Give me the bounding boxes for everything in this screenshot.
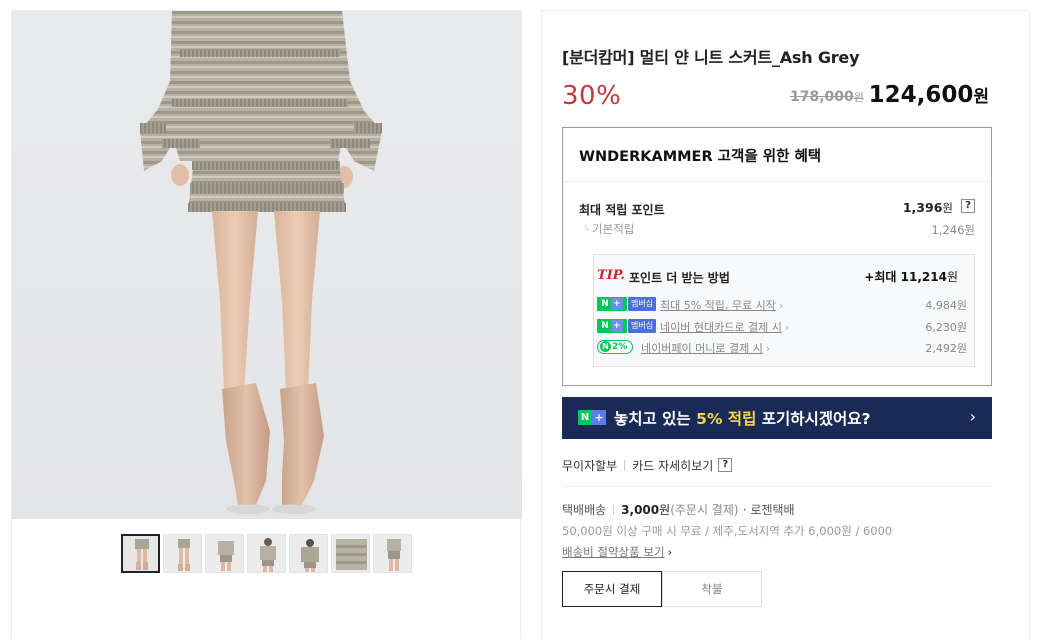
max-points-value: 1,396원 — [903, 200, 953, 216]
benefits-box: WNDERKAMMER 고객을 위한 혜택 최대 적립 포인트 1,396원 ?… — [562, 127, 992, 386]
chevron-right-icon: › — [969, 407, 976, 426]
membership-label: 멤버십 — [628, 319, 657, 333]
model-illustration — [140, 11, 382, 514]
tip-value-membership: 4,984원 — [925, 299, 967, 312]
sale-price-value: 124,600 — [868, 82, 974, 108]
shipping-summary: 택배배송 3,000원 (주문시 결제) · 로젠택배 — [562, 501, 795, 518]
installment-row: 무이자할부 카드 자세히보기 ? — [562, 456, 733, 474]
tip-box: TIP. 포인트 더 받는 방법 +최대 11,214원 N + 멤버십 최대 5… — [593, 254, 975, 367]
sale-price-unit: 원 — [973, 87, 989, 107]
thumbnail-6[interactable] — [331, 534, 370, 573]
thumbnail-strip — [121, 534, 412, 575]
base-points-label: └ 기본적립 — [583, 221, 634, 237]
thumbnail-1[interactable] — [121, 534, 160, 573]
branch-icon: └ — [583, 225, 590, 236]
naver-n-icon: N — [578, 410, 592, 425]
naver-plus-membership-badge: N + 멤버십 — [597, 297, 657, 311]
thumbnail-2[interactable] — [163, 534, 202, 573]
original-price-unit: 원 — [853, 91, 864, 104]
card-help-button[interactable]: ? — [718, 458, 733, 472]
benefits-title: WNDERKAMMER 고객을 위한 혜택 — [579, 149, 822, 165]
shipping-fee-condition: (주문시 결제) — [670, 503, 739, 517]
shipping-payment-options: 주문시 결제 착불 — [562, 571, 762, 607]
shipping-method: 택배배송 — [562, 503, 607, 517]
max-points-unit: 원 — [942, 201, 953, 215]
promo-text: 놓치고 있는 5% 적립 포기하시겠어요? — [614, 410, 871, 428]
thumbnail-3[interactable] — [205, 534, 244, 573]
base-points-value: 1,246원 — [931, 223, 975, 237]
pay-on-order-button[interactable]: 주문시 결제 — [562, 571, 662, 607]
tip-link-naverpay-money[interactable]: 네이버페이 머니로 결제 시 › — [641, 340, 770, 356]
chevron-right-icon: › — [667, 545, 673, 559]
base-points-text: 기본적립 — [592, 222, 635, 236]
naverpay-icon: N — [600, 341, 611, 352]
tip-row-naverpay-money: N 2% 네이버페이 머니로 결제 시 › 2,492원 — [597, 339, 967, 355]
naverpay-rate: 2% — [612, 342, 628, 352]
naver-plus-icon: N + — [597, 297, 627, 311]
naverpay-badge: N 2% — [597, 340, 633, 354]
tip-max-unit: 원 — [946, 270, 958, 284]
plus-icon: + — [592, 410, 606, 425]
product-main-image[interactable] — [12, 11, 522, 519]
thumbnail-4[interactable] — [247, 534, 286, 573]
chevron-right-icon: › — [765, 342, 771, 355]
installment-label: 무이자할부 — [562, 458, 618, 473]
thumbnail-5[interactable] — [289, 534, 328, 573]
divider — [624, 459, 626, 471]
tip-value-naverpay-money: 2,492원 — [925, 342, 967, 355]
tip-link-membership[interactable]: 최대 5% 적립, 무료 시작 › — [660, 297, 783, 313]
max-points-number: 1,396 — [902, 200, 943, 215]
section-divider — [562, 486, 992, 487]
promo-highlight: 5% 적립 — [696, 410, 757, 428]
naver-plus-icon: N + — [578, 410, 606, 425]
original-price: 178,000원 — [790, 89, 864, 105]
shipping-bundle-link[interactable]: 배송비 절약상품 보기 › — [562, 544, 672, 560]
naver-plus-icon: N + — [597, 319, 627, 333]
tip-mark: TIP. — [597, 268, 625, 283]
card-details-link[interactable]: 카드 자세히보기 — [632, 457, 713, 474]
thumbnail-7[interactable] — [373, 534, 412, 573]
product-info-panel: [분더캄머] 멀티 얀 니트 스커트_Ash Grey 30% 178,000원… — [541, 10, 1030, 639]
product-gallery — [11, 10, 522, 639]
divider — [613, 504, 615, 515]
dot-separator: · — [742, 502, 747, 517]
product-title: [분더캄머] 멀티 얀 니트 스커트_Ash Grey — [562, 48, 860, 67]
benefits-divider — [563, 181, 991, 182]
tip-link-hyundai-card[interactable]: 네이버 현대카드로 결제 시 › — [660, 319, 789, 335]
tip-title: 포인트 더 받는 방법 — [629, 271, 730, 285]
shipping-carrier: 로젠택배 — [750, 503, 795, 517]
tip-max-value: +최대 11,214 — [864, 270, 947, 284]
tip-row-membership: N + 멤버십 최대 5% 적립, 무료 시작 › 4,984원 — [597, 296, 967, 312]
naver-plus-membership-badge: N + 멤버십 — [597, 319, 657, 333]
max-points-label: 최대 적립 포인트 — [579, 203, 665, 217]
chevron-right-icon: › — [784, 321, 790, 334]
chevron-right-icon: › — [778, 299, 784, 312]
shipping-free-note: 50,000원 이상 구매 시 무료 / 제주,도서지역 추가 6,000원 /… — [562, 524, 893, 538]
sale-price: 124,600원 — [869, 82, 989, 108]
membership-promo-banner[interactable]: N + 놓치고 있는 5% 적립 포기하시겠어요? › — [562, 397, 992, 439]
original-price-value: 178,000 — [790, 89, 854, 105]
tip-max-points: +최대 11,214원 — [864, 268, 958, 285]
tip-row-hyundai-card: N + 멤버십 네이버 현대카드로 결제 시 › 6,230원 — [597, 318, 967, 334]
membership-label: 멤버십 — [628, 297, 657, 311]
shipping-fee: 3,000원 — [621, 503, 671, 517]
tip-value-hyundai-card: 6,230원 — [925, 321, 967, 334]
pay-on-delivery-button[interactable]: 착불 — [662, 571, 762, 607]
discount-rate: 30% — [562, 81, 622, 111]
max-points-help-button[interactable]: ? — [961, 199, 975, 213]
